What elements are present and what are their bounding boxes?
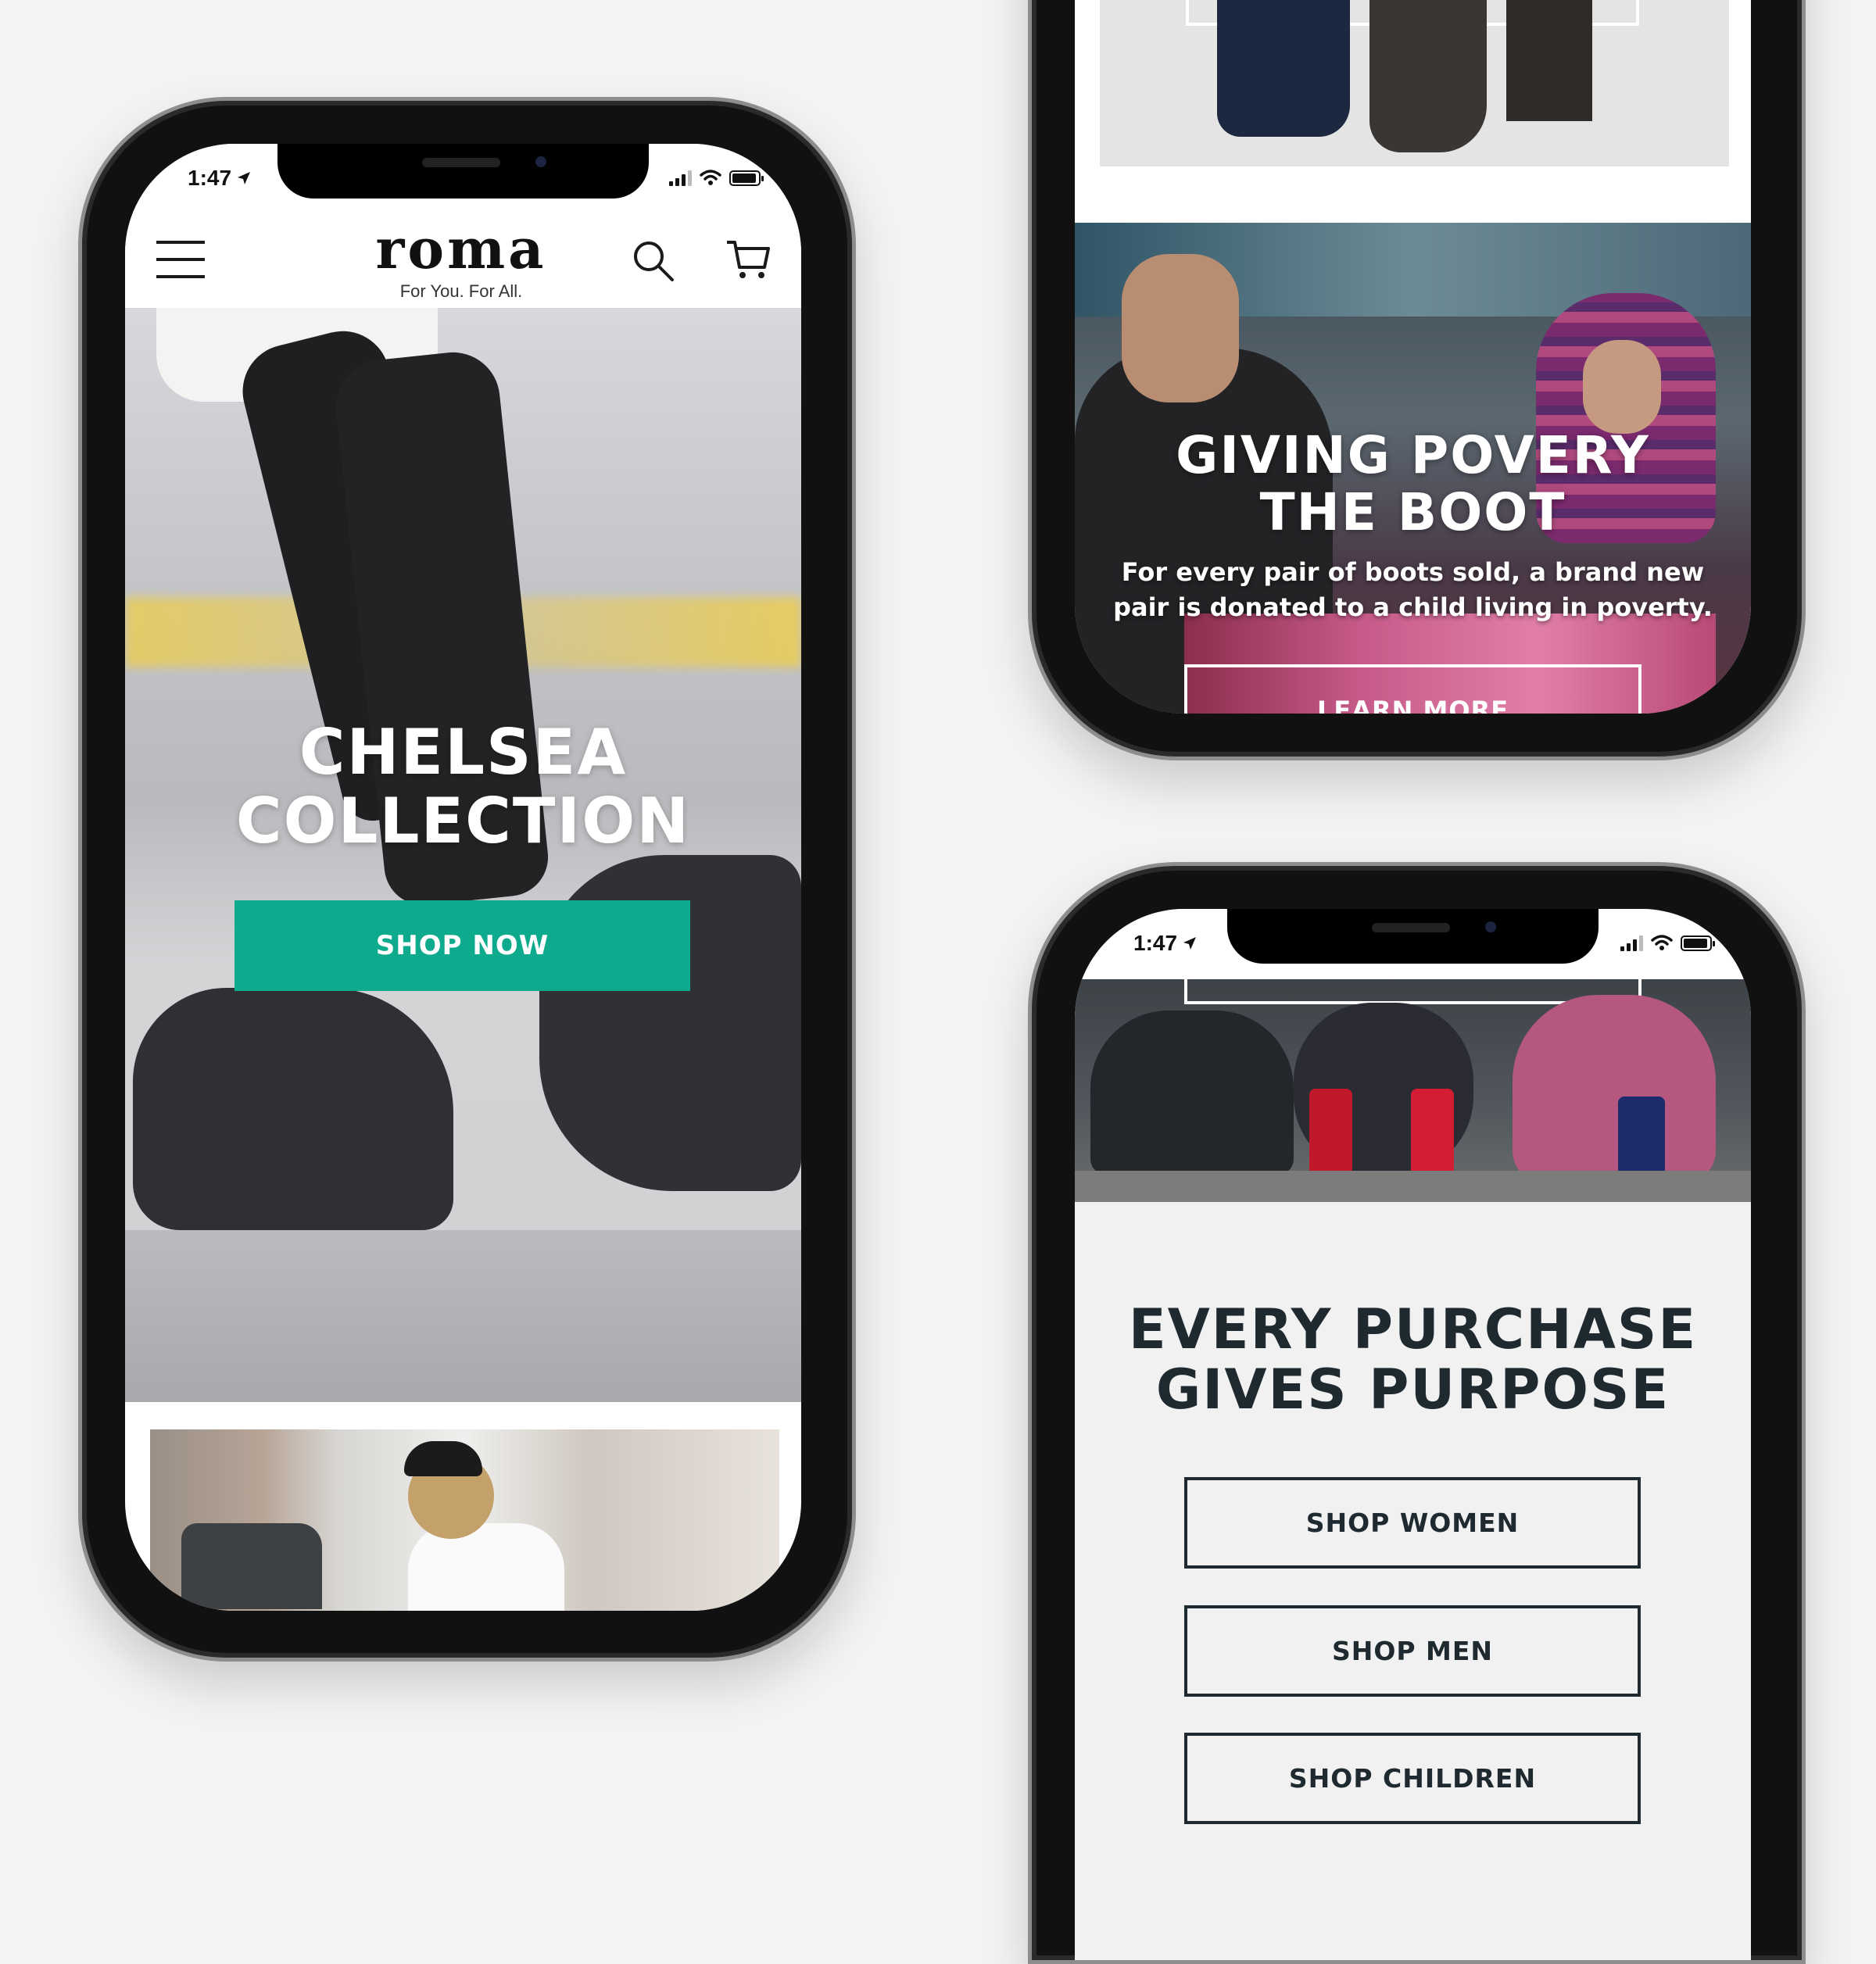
- notch: [277, 144, 649, 199]
- power-button: [1802, 176, 1806, 371]
- status-time: 1:47: [1133, 931, 1198, 956]
- shop-men-button[interactable]: SHOP MEN: [1184, 1605, 1641, 1697]
- giving-child-face: [1583, 340, 1661, 434]
- shop-women-button[interactable]: SHOP WOMEN: [1184, 1477, 1641, 1569]
- kids-boot-red2: [1411, 1089, 1454, 1179]
- phone-purpose: 1:47 EVERY PURCHASE GIVES PURPOSE SHOP W…: [1028, 862, 1806, 1964]
- shop-children-button[interactable]: SHOP CHILDREN: [1184, 1733, 1641, 1824]
- notch: [1227, 909, 1599, 964]
- signal-icon: [1620, 935, 1643, 951]
- kids-ground: [1075, 1171, 1751, 1202]
- giving-man-face: [1122, 254, 1239, 402]
- volume-up-button: [1028, 1186, 1032, 1304]
- lifestyle-car: [181, 1523, 322, 1609]
- giving-banner: GIVING POVERY THE BOOT For every pair of…: [1075, 223, 1751, 714]
- lifestyle-image[interactable]: [150, 1429, 779, 1611]
- wifi-icon: [700, 170, 721, 185]
- battery-icon: [729, 170, 764, 186]
- location-arrow-icon: [238, 172, 251, 184]
- lifestyle-person-cap: [404, 1441, 482, 1476]
- screen-home: 1:47 roma For You. For All. CHELSEA COLL…: [125, 144, 801, 1611]
- status-icons: [1620, 934, 1715, 951]
- site-header: roma For You. For All.: [125, 214, 801, 308]
- giving-title: GIVING POVERY THE BOOT: [1176, 425, 1650, 542]
- logo-wordmark: roma: [375, 216, 547, 281]
- kids-boots-image[interactable]: [1075, 979, 1751, 1202]
- phone-giving: GIVING POVERY THE BOOT For every pair of…: [1028, 0, 1806, 760]
- signal-icon: [669, 170, 692, 186]
- screen-giving: GIVING POVERY THE BOOT For every pair of…: [1075, 0, 1751, 714]
- cart-icon[interactable]: [725, 239, 771, 281]
- volume-down-button: [78, 570, 82, 687]
- status-icons: [669, 169, 764, 186]
- phone-home: 1:47 roma For You. For All. CHELSEA COLL…: [78, 97, 856, 1662]
- location-arrow-icon: [1183, 937, 1197, 950]
- volume-up-button: [78, 429, 82, 546]
- kids-boot-navy: [1618, 1096, 1665, 1179]
- hero-banner: CHELSEA COLLECTION SHOP NOW: [125, 308, 801, 1402]
- mute-switch: [1028, 1085, 1032, 1147]
- power-button: [1802, 1210, 1806, 1405]
- hero-title: CHELSEA COLLECTION: [235, 716, 691, 857]
- learn-more-button[interactable]: LEARN MORE: [1184, 664, 1642, 714]
- product-boot-shaft: [1506, 0, 1592, 121]
- hero-boot-left: [133, 988, 453, 1230]
- mute-switch: [78, 327, 82, 390]
- hero-ground: [125, 1230, 801, 1402]
- kids-boot-red1: [1309, 1089, 1352, 1175]
- kids-figure-left: [1090, 1011, 1294, 1175]
- purpose-title: EVERY PURCHASE GIVES PURPOSE: [1128, 1297, 1698, 1422]
- kids-figure-pink: [1513, 995, 1716, 1182]
- product-jeans: [1217, 0, 1350, 137]
- volume-down-button: [1028, 1327, 1032, 1444]
- logo[interactable]: roma For You. For All.: [352, 222, 571, 302]
- logo-tagline: For You. For All.: [399, 281, 523, 301]
- giving-description: For every pair of boots sold, a brand ne…: [1113, 557, 1713, 622]
- search-icon[interactable]: [632, 239, 675, 283]
- battery-icon: [1681, 935, 1715, 951]
- product-image[interactable]: [1100, 0, 1729, 166]
- menu-icon[interactable]: [156, 239, 205, 280]
- screen-purpose: 1:47 EVERY PURCHASE GIVES PURPOSE SHOP W…: [1075, 909, 1751, 1960]
- lifestyle-person-shirt: [408, 1523, 564, 1611]
- status-time: 1:47: [188, 166, 252, 191]
- product-boot: [1369, 0, 1487, 152]
- learn-more-label: LEARN MORE: [1316, 696, 1509, 714]
- power-button: [852, 453, 856, 648]
- shop-now-button[interactable]: SHOP NOW: [234, 900, 690, 991]
- wifi-icon: [1651, 935, 1673, 950]
